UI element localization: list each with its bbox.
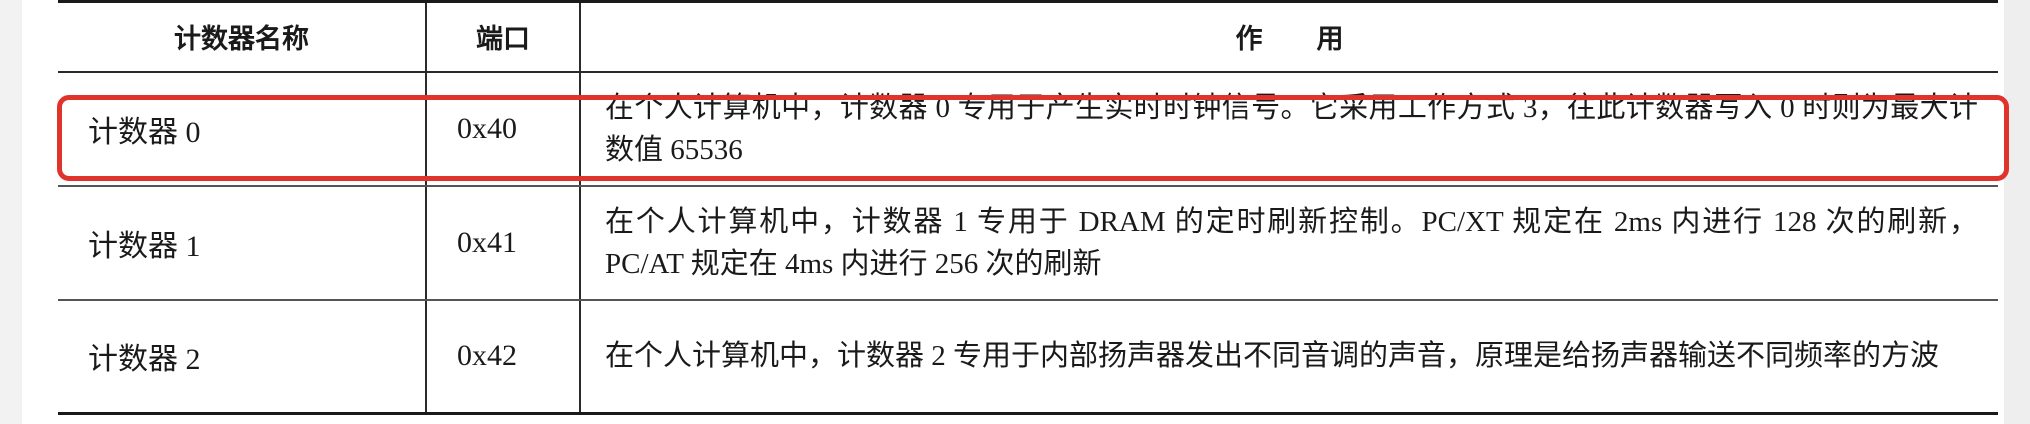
table-row: 计数器 2 0x42 在个人计算机中，计数器 2 专用于内部扬声器发出不同音调的…	[58, 299, 1998, 415]
counter-name-cell: 计数器 1	[58, 185, 427, 301]
description-cell: 在个人计算机中，计数器 1 专用于 DRAM 的定时刷新控制。PC/XT 规定在…	[579, 185, 1998, 301]
port-cell: 0x42	[425, 299, 581, 415]
header-port: 端口	[425, 0, 581, 73]
table-row: 计数器 0 0x40 在个人计算机中，计数器 0 专用于产生实时时钟信号。它采用…	[58, 71, 1998, 187]
description-cell: 在个人计算机中，计数器 0 专用于产生实时时钟信号。它采用工作方式 3，往此计数…	[579, 71, 1998, 187]
right-margin	[2004, 0, 2030, 424]
counter-name-cell: 计数器 0	[58, 71, 427, 187]
description-cell: 在个人计算机中，计数器 2 专用于内部扬声器发出不同音调的声音，原理是给扬声器输…	[579, 299, 1998, 415]
header-desc-label: 作 用	[1235, 24, 1344, 56]
port-cell: 0x40	[425, 71, 581, 187]
document-page: 计数器名称 端口 作 用 计数器 0 0x40 在个人计算机中，计数器 0 专用…	[0, 0, 2030, 424]
counter-table: 计数器名称 端口 作 用 计数器 0 0x40 在个人计算机中，计数器 0 专用…	[58, 0, 1998, 415]
port-cell: 0x41	[425, 185, 581, 301]
header-row: 计数器名称 端口 作 用	[58, 0, 1998, 73]
counter-name-cell: 计数器 2	[58, 299, 427, 415]
header-name: 计数器名称	[58, 0, 427, 73]
left-margin	[0, 0, 22, 424]
header-desc: 作 用	[579, 0, 1998, 73]
table-row: 计数器 1 0x41 在个人计算机中，计数器 1 专用于 DRAM 的定时刷新控…	[58, 185, 1998, 301]
